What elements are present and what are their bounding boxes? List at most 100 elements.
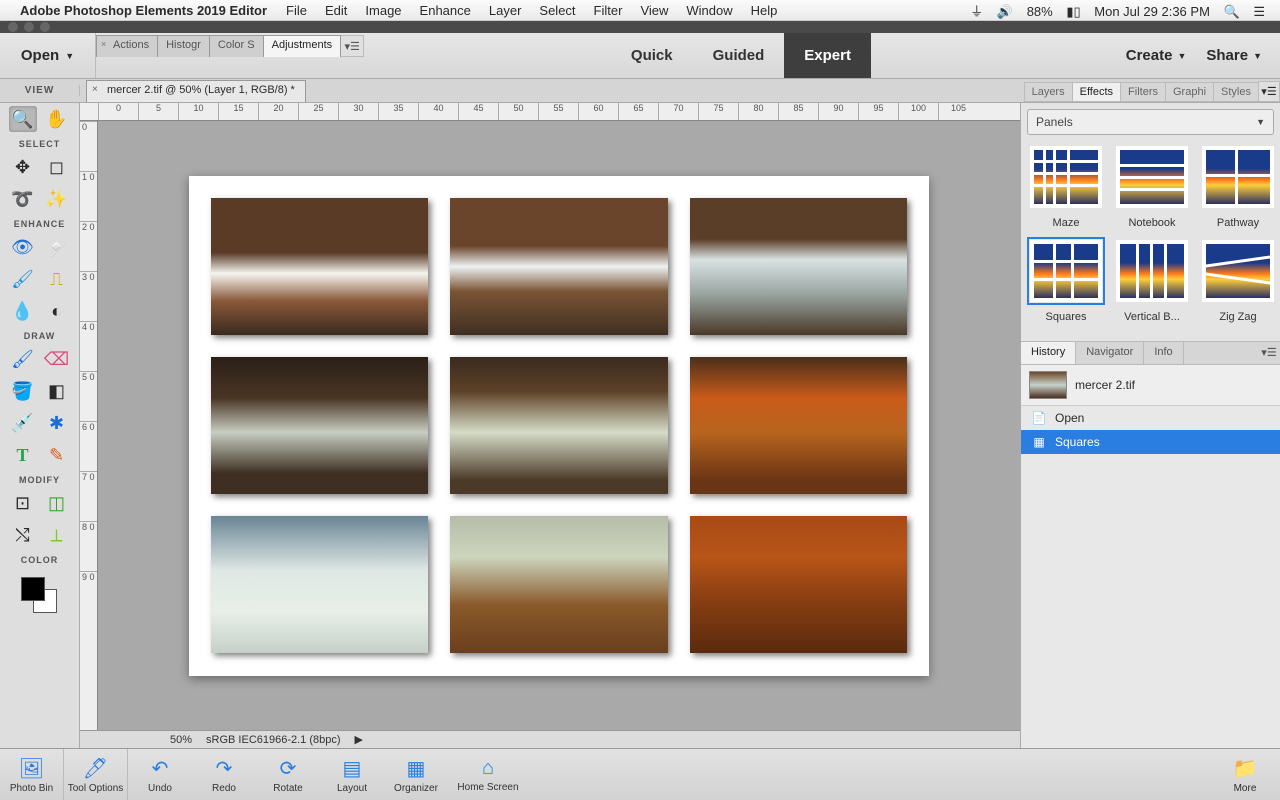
volume-icon[interactable]: 🔊 [997,4,1013,19]
list-icon[interactable]: ☰ [1253,4,1265,19]
brush-tool[interactable]: 🖌 [9,346,37,372]
collage-tile [450,516,667,653]
layout-icon: ▤ [343,756,362,781]
panel-tab-menu[interactable]: ▾☰ [1258,342,1280,364]
close-icon[interactable]: × [92,84,98,95]
red-eye-tool[interactable]: 👁 [9,234,37,260]
menu-layer[interactable]: Layer [489,3,522,18]
section-color: COLOR [21,555,59,565]
menu-enhance[interactable]: Enhance [420,3,471,18]
move-tool[interactable]: ✥ [9,154,37,180]
tab-filters[interactable]: Filters [1120,82,1166,102]
hand-tool[interactable]: ✋ [43,106,71,132]
tab-history[interactable]: History [1021,342,1076,364]
color-swatches[interactable] [15,573,65,617]
tab-color-swatches[interactable]: Color S [209,35,264,57]
tab-actions[interactable]: ×Actions [96,35,158,57]
rect-marquee-tool[interactable]: ◻ [43,154,71,180]
gradient-tool[interactable]: ◧ [43,378,71,404]
smart-brush-tool[interactable]: 🖌 [9,266,37,292]
tab-navigator[interactable]: Navigator [1076,342,1144,364]
collage-tile [450,198,667,335]
shape-tool[interactable]: ✱ [43,410,71,436]
straighten-tool[interactable]: ⟂ [43,522,71,548]
create-button[interactable]: Create▼ [1118,47,1195,64]
tab-adjustments[interactable]: Adjustments [263,35,342,57]
close-icon[interactable]: × [101,39,106,49]
lasso-tool[interactable]: ➰ [9,186,37,212]
tab-histogram[interactable]: Histogr [157,35,210,57]
recompose-tool[interactable]: ◫ [43,490,71,516]
traffic-close[interactable] [8,22,18,32]
panels-dropdown[interactable]: Panels▼ [1027,109,1274,135]
app-name[interactable]: Adobe Photoshop Elements 2019 Editor [20,3,267,18]
sponge-tool[interactable]: ◐ [43,298,71,324]
spotlight-icon[interactable]: 🔍 [1224,4,1240,19]
menu-view[interactable]: View [640,3,668,18]
tab-graphics[interactable]: Graphi [1165,82,1214,102]
section-select: SELECT [19,139,61,149]
traffic-min[interactable] [24,22,34,32]
blur-tool[interactable]: 💧 [9,298,37,324]
home-screen-button[interactable]: ⌂Home Screen [448,749,528,800]
zoom-level[interactable]: 50% [170,734,192,746]
foreground-color[interactable] [21,577,45,601]
menu-help[interactable]: Help [751,3,778,18]
color-profile[interactable]: sRGB IEC61966-2.1 (8bpc) [206,734,341,746]
tab-layers[interactable]: Layers [1024,82,1073,102]
effect-squares[interactable]: Squares [1027,237,1105,323]
type-tool[interactable]: T [9,442,37,468]
eraser-tool[interactable]: ⌫ [43,346,71,372]
mode-expert[interactable]: Expert [784,33,871,78]
panel-tab-menu[interactable]: ▾☰ [1258,81,1280,102]
effect-vertical-blinds[interactable]: Vertical B... [1113,237,1191,323]
traffic-max[interactable] [40,22,50,32]
spot-heal-tool[interactable]: 🩹 [43,234,71,260]
menu-window[interactable]: Window [686,3,732,18]
zoom-tool[interactable]: 🔍 [9,106,37,132]
canvas-viewport[interactable] [98,121,1020,730]
tool-options-button[interactable]: 🖊Tool Options [64,749,128,800]
mode-quick[interactable]: Quick [611,33,693,78]
photo-bin-button[interactable]: 🖼Photo Bin [0,749,64,800]
menu-filter[interactable]: Filter [594,3,623,18]
panel-tab-menu[interactable]: ▾☰ [340,35,364,57]
tab-styles[interactable]: Styles [1213,82,1259,102]
menu-file[interactable]: File [286,3,307,18]
content-aware-move-tool[interactable]: ⤭ [9,522,37,548]
rotate-button[interactable]: ⟳Rotate [256,749,320,800]
wifi-icon[interactable]: ⏚ [970,4,983,19]
section-draw: DRAW [24,331,56,341]
eyedropper-tool[interactable]: 💉 [9,410,37,436]
menu-image[interactable]: Image [365,3,401,18]
crop-tool[interactable]: ⊡ [9,490,37,516]
collage-tile [211,516,428,653]
photo-bin-icon: 🖼 [19,756,44,781]
pencil-tool[interactable]: ✎ [43,442,71,468]
layout-button[interactable]: ▤Layout [320,749,384,800]
clone-stamp-tool[interactable]: ⎍ [43,266,71,292]
status-arrow-icon[interactable]: ▶ [355,733,363,746]
fill-tool[interactable]: 🪣 [9,378,37,404]
document-tab[interactable]: ×mercer 2.tif @ 50% (Layer 1, RGB/8) * [86,80,306,102]
history-step-open[interactable]: 📄 Open [1021,406,1280,430]
share-button[interactable]: Share▼ [1198,47,1270,64]
effect-pathway[interactable]: Pathway [1199,143,1277,229]
effect-notebook[interactable]: Notebook [1113,143,1191,229]
undo-button[interactable]: ↶Undo [128,749,192,800]
more-button[interactable]: 📁More [1210,756,1280,794]
mode-guided[interactable]: Guided [693,33,785,78]
effect-maze[interactable]: Maze [1027,143,1105,229]
tab-info[interactable]: Info [1144,342,1183,364]
menu-edit[interactable]: Edit [325,3,347,18]
magic-wand-tool[interactable]: ✨ [43,186,71,212]
chevron-down-icon: ▼ [1177,51,1186,61]
organizer-button[interactable]: ▦Organizer [384,749,448,800]
open-button[interactable]: Open▼ [0,33,96,78]
tab-effects[interactable]: Effects [1072,82,1121,102]
menu-select[interactable]: Select [539,3,575,18]
redo-button[interactable]: ↷Redo [192,749,256,800]
history-step-squares[interactable]: ▦ Squares [1021,430,1280,454]
effect-zig-zag[interactable]: Zig Zag [1199,237,1277,323]
history-document[interactable]: mercer 2.tif [1021,365,1280,406]
